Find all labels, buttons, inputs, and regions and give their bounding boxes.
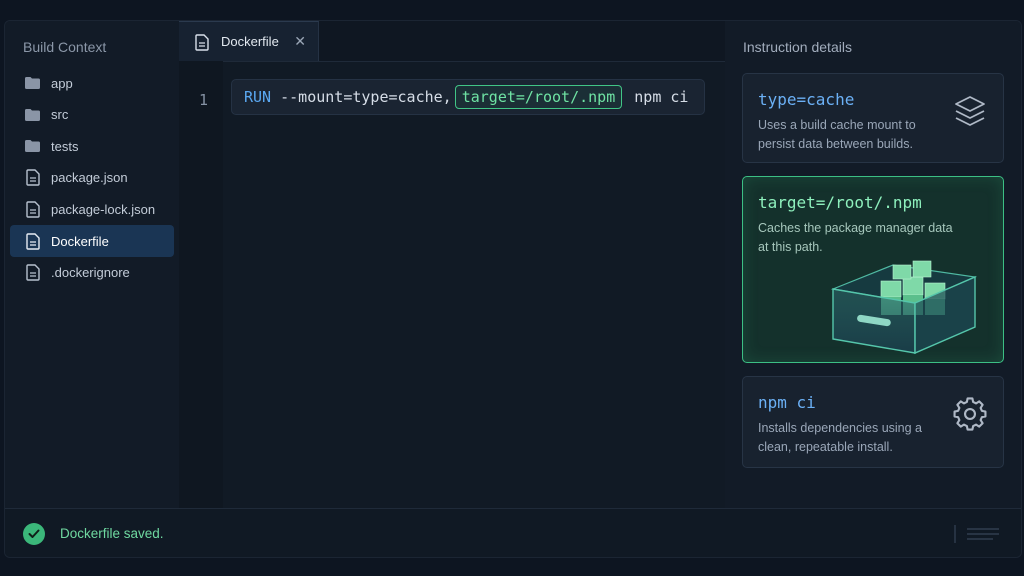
file-item-label: package-lock.json [51,201,156,217]
file-icon [24,232,41,250]
file-item-tests[interactable]: tests [10,130,174,162]
file-item-label: app [51,75,73,91]
file-item-src[interactable]: src [10,99,174,131]
file-item-label: tests [51,138,79,154]
file-item-app[interactable]: app [10,67,174,99]
code-mount-option: --mount=type=cache, [271,88,452,106]
code-editor: Dockerfile ✕ 1 RUN --mount=type=cache, ta… [179,21,726,508]
app-window: Build Context app src tests package.json… [4,20,1022,558]
file-icon [24,264,41,281]
code-highlight-target[interactable]: target=/root/.npm [454,85,623,109]
line-gutter [179,61,223,508]
editor-tab-bar: Dockerfile ✕ [179,21,725,62]
code-keyword: RUN [244,88,272,106]
tab-dockerfile[interactable]: Dockerfile ✕ [179,21,319,61]
file-icon [24,169,41,187]
file-item-label: src [51,107,69,123]
line-number: 1 [199,91,209,109]
close-icon[interactable]: ✕ [294,33,306,50]
folder-icon [24,106,41,123]
menu-icon[interactable] [953,523,1003,550]
layers-icon [953,94,987,135]
detail-card-npm-ci[interactable]: npm ci Installs dependencies using a cle… [742,376,1004,468]
build-context-sidebar: Build Context app src tests package.json… [5,21,180,508]
file-item-label: .dockerignore [51,265,130,281]
file-list: app src tests package.json package-lock.… [10,67,174,288]
status-message: Dockerfile saved. [60,526,164,541]
card-term: target=/root/.npm [758,193,922,212]
detail-card-target[interactable]: target=/root/.npm Caches the package man… [742,176,1004,363]
detail-card-type-cache[interactable]: type=cache Uses a build cache mount to p… [742,73,1004,163]
file-item-dockerignore[interactable]: .dockerignore [10,257,174,289]
code-command: npm ci [625,88,689,106]
card-description: Installs dependencies using a clean, rep… [758,421,923,454]
cache-drawer-illustration [823,247,983,364]
tab-label: Dockerfile [221,34,279,49]
panel-title: Instruction details [743,39,852,55]
file-item-package-json[interactable]: package.json [10,162,174,194]
gear-icon [953,397,987,436]
file-item-label: package.json [51,170,128,186]
folder-icon [24,75,41,92]
check-circle-icon [23,523,45,545]
file-item-dockerfile[interactable]: Dockerfile [10,225,174,258]
file-icon [24,201,41,218]
file-icon [195,33,211,51]
code-line-1[interactable]: RUN --mount=type=cache, target=/root/.npm… [231,79,705,115]
file-item-label: Dockerfile [51,233,109,249]
folder-icon [24,138,41,155]
status-bar: Dockerfile saved. [5,508,1021,557]
card-term: type=cache [758,90,855,109]
instruction-details-panel: Instruction details type=cache Uses a bu… [725,21,1021,508]
file-item-package-lock-json[interactable]: package-lock.json [10,193,174,225]
sidebar-title: Build Context [23,39,107,55]
card-term: npm ci [758,393,816,412]
card-description: Uses a build cache mount to persist data… [758,118,916,151]
